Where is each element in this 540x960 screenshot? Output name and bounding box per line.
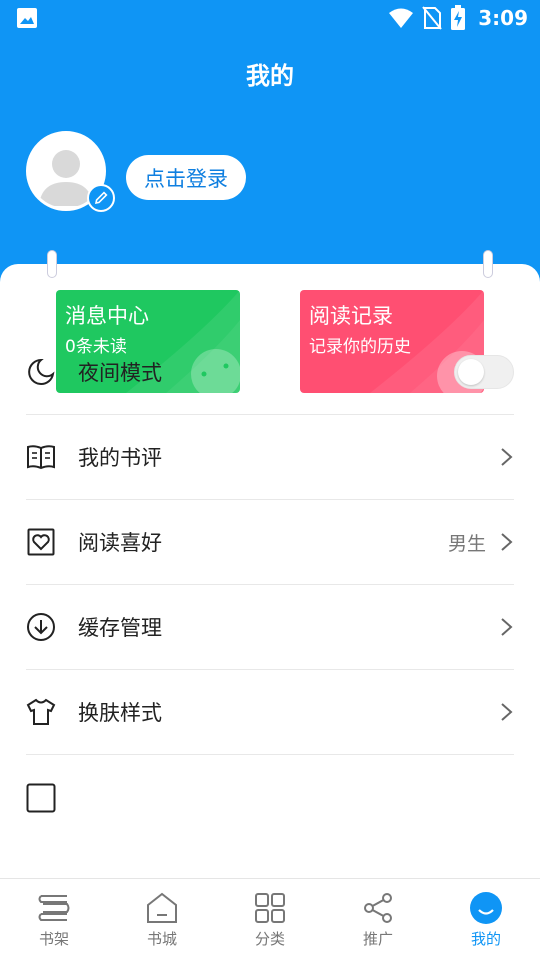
menu-item-my-reviews[interactable]: 我的书评 xyxy=(26,415,514,500)
main-content: 消息中心 0条未读 阅读记录 记录你的历史 夜间模式 我的书评 阅读喜好 男生 … xyxy=(0,264,540,880)
chevron-right-icon xyxy=(501,618,513,636)
menu-item-reading-preference[interactable]: 阅读喜好 男生 xyxy=(26,500,514,585)
menu-item-skin-style[interactable]: 换肤样式 xyxy=(26,670,514,755)
menu-item-label: 我的书评 xyxy=(78,446,162,470)
wifi-icon xyxy=(389,8,414,28)
pencil-icon xyxy=(94,191,108,205)
card-pin-left xyxy=(47,250,57,278)
preference-value: 男生 xyxy=(447,532,486,555)
tab-label: 推广 xyxy=(362,930,393,948)
partial-menu-icon xyxy=(26,783,56,813)
tab-category[interactable]: 分类 xyxy=(216,879,324,960)
chevron-right-icon xyxy=(501,703,513,721)
login-button[interactable]: 点击登录 xyxy=(126,155,246,200)
gallery-notification-icon xyxy=(17,8,37,28)
tab-label: 书城 xyxy=(146,930,177,948)
grid-icon xyxy=(253,891,287,925)
smile-icon xyxy=(469,891,503,925)
moon-icon xyxy=(26,357,56,387)
night-mode-toggle[interactable] xyxy=(454,355,514,389)
bookshelf-icon xyxy=(37,891,71,925)
menu-item-label: 夜间模式 xyxy=(78,361,162,385)
chevron-right-icon xyxy=(501,448,513,466)
share-icon xyxy=(361,891,395,925)
settings-menu: 夜间模式 我的书评 阅读喜好 男生 缓存管理 换肤样式 xyxy=(26,355,514,840)
menu-item-cache-management[interactable]: 缓存管理 xyxy=(26,585,514,670)
menu-item-label: 缓存管理 xyxy=(78,616,162,640)
chevron-right-icon xyxy=(501,533,513,551)
tab-label: 书架 xyxy=(38,930,69,948)
page-title: 我的 xyxy=(246,62,294,90)
menu-item-night-mode[interactable]: 夜间模式 xyxy=(26,330,514,415)
tab-label: 我的 xyxy=(470,930,501,948)
edit-avatar-button[interactable] xyxy=(87,184,115,212)
battery-charging-icon xyxy=(451,5,466,30)
bottom-tab-bar: 书架 书城 分类 推广 我的 xyxy=(0,878,540,960)
tab-bookstore[interactable]: 书城 xyxy=(108,879,216,960)
menu-item-label: 阅读喜好 xyxy=(78,531,162,555)
tab-mine[interactable]: 我的 xyxy=(432,879,540,960)
card-title: 阅读记录 xyxy=(309,304,393,328)
toggle-knob xyxy=(458,359,484,385)
home-icon xyxy=(145,891,179,925)
status-time: 3:09 xyxy=(478,6,528,30)
tab-promotion[interactable]: 推广 xyxy=(324,879,432,960)
status-bar: 3:09 xyxy=(0,0,540,36)
card-title: 消息中心 xyxy=(65,304,149,328)
no-sim-icon xyxy=(422,6,443,30)
download-circle-icon xyxy=(26,612,56,642)
menu-item-partial[interactable] xyxy=(26,755,514,840)
tab-bookshelf[interactable]: 书架 xyxy=(0,879,108,960)
profile-header: 3:09 我的 点击登录 xyxy=(0,0,540,290)
tab-label: 分类 xyxy=(254,930,285,948)
heart-frame-icon xyxy=(26,527,56,557)
book-review-icon xyxy=(26,442,56,472)
card-pin-right xyxy=(483,250,493,278)
shirt-icon xyxy=(26,697,56,727)
menu-item-label: 换肤样式 xyxy=(78,701,162,725)
